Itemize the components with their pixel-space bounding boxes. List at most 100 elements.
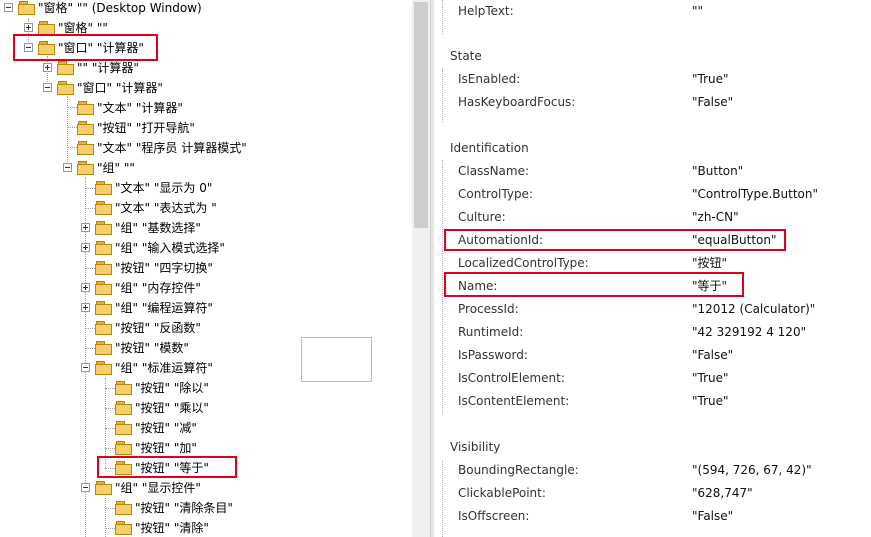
- tree-node-label: "文本" "表达式为 ": [115, 201, 217, 215]
- section-identification: Identification: [450, 141, 529, 155]
- folder-icon: [95, 241, 112, 255]
- highlight-name-row: [444, 272, 744, 297]
- prop-isoffscreen-name: IsOffscreen:: [458, 509, 530, 523]
- prop-helptext-value: "": [692, 4, 704, 18]
- folder-icon: [38, 21, 55, 35]
- expand-icon[interactable]: [43, 63, 52, 72]
- prop-classname-name: ClassName:: [458, 164, 530, 178]
- expand-icon[interactable]: [81, 303, 90, 312]
- folder-icon: [95, 281, 112, 295]
- prop-isoffscreen-value: "False": [692, 509, 734, 523]
- prop-ispassword-name: IsPassword:: [458, 348, 528, 362]
- expand-icon[interactable]: [81, 223, 90, 232]
- folder-icon: [57, 81, 74, 95]
- prop-clickablepoint-name: ClickablePoint:: [458, 486, 546, 500]
- prop-processid-name: ProcessId:: [458, 302, 519, 316]
- folder-icon: [95, 321, 112, 335]
- tree-node-label: "按钮" "清除条目": [135, 501, 233, 515]
- folder-icon: [95, 201, 112, 215]
- collapse-icon[interactable]: [63, 163, 72, 172]
- folder-icon: [18, 1, 35, 15]
- tree-node-label: "组" "标准运算符": [115, 361, 213, 375]
- tree-node-label: "文本" "显示为 0": [115, 181, 213, 195]
- tree-node-label: "文本" "程序员 计算器模式": [97, 141, 247, 155]
- tree-node-label: "按钮" "打开导航": [97, 121, 195, 135]
- prop-controltype-name: ControlType:: [458, 187, 533, 201]
- folder-icon: [115, 521, 132, 535]
- folder-icon: [95, 481, 112, 495]
- prop-haskeyboardfocus-name: HasKeyboardFocus:: [458, 95, 576, 109]
- tree-node-label: "组" "编程运算符": [115, 301, 213, 315]
- collapse-icon[interactable]: [81, 483, 90, 492]
- folder-icon: [115, 501, 132, 515]
- tree-node-label: "组" "": [97, 161, 135, 175]
- expand-icon[interactable]: [81, 243, 90, 252]
- tree-node-label: "窗口" "计算器": [77, 81, 163, 95]
- highlight-window-calculator: [13, 34, 158, 61]
- prop-haskeyboardfocus-value: "False": [692, 95, 734, 109]
- folder-icon: [95, 261, 112, 275]
- prop-classname-value: "Button": [692, 164, 744, 178]
- highlight-automationid-row: [444, 229, 786, 251]
- tree-node-label: "组" "显示控件": [115, 481, 201, 495]
- folder-icon: [95, 301, 112, 315]
- expand-icon[interactable]: [24, 23, 33, 32]
- properties-pane: HelpText: "" State IsEnabled: "True" Has…: [434, 0, 871, 537]
- section-state: State: [450, 49, 482, 63]
- expand-icon[interactable]: [81, 283, 90, 292]
- tree-node-label: "按钮" "反函数": [115, 321, 201, 335]
- scrollbar-thumb[interactable]: [414, 2, 428, 228]
- prop-runtimeid-name: RuntimeId:: [458, 325, 524, 339]
- folder-icon: [77, 141, 94, 155]
- folder-icon: [57, 61, 74, 75]
- prop-localizedcontroltype-value: "按钮": [692, 256, 728, 270]
- tree-node-label: "按钮" "乘以": [135, 401, 209, 415]
- folder-icon: [115, 441, 132, 455]
- tree-node-label: "组" "基数选择": [115, 221, 201, 235]
- tree-node-label: "组" "输入模式选择": [115, 241, 225, 255]
- folder-icon: [115, 401, 132, 415]
- collapse-icon[interactable]: [43, 83, 52, 92]
- folder-icon: [77, 101, 94, 115]
- prop-iscontrolelement-value: "True": [692, 371, 729, 385]
- prop-isenabled-name: IsEnabled:: [458, 72, 521, 86]
- folder-icon: [77, 161, 94, 175]
- folder-icon: [115, 421, 132, 435]
- tree-scrollbar[interactable]: [412, 0, 430, 537]
- collapse-icon[interactable]: [4, 3, 13, 12]
- tree-node-label: "按钮" "清除": [135, 521, 209, 535]
- tree-node-label: "按钮" "四字切换": [115, 261, 213, 275]
- prop-iscontentelement-name: IsContentElement:: [458, 394, 570, 408]
- prop-isenabled-value: "True": [692, 72, 729, 86]
- prop-runtimeid-value: "42 329192 4 120": [692, 325, 807, 339]
- tree-node-label: "按钮" "减": [135, 421, 197, 435]
- highlight-bounding-preview: [301, 337, 372, 382]
- prop-boundingrectangle-name: BoundingRectangle:: [458, 463, 579, 477]
- tree-node-label: "按钮" "加": [135, 441, 197, 455]
- prop-controltype-value: "ControlType.Button": [692, 187, 818, 201]
- collapse-icon[interactable]: [81, 363, 90, 372]
- highlight-equals-button: [97, 456, 237, 478]
- tree-node-label: "按钮" "模数": [115, 341, 189, 355]
- folder-icon: [95, 361, 112, 375]
- folder-icon: [95, 341, 112, 355]
- tree-node-label: "" "计算器": [77, 61, 139, 75]
- tree-node-label: "按钮" "除以": [135, 381, 209, 395]
- element-tree-pane[interactable]: "窗格" "" (Desktop Window) "窗格" "" "窗口" "计…: [0, 0, 412, 537]
- tree-node-label: "文本" "计算器": [97, 101, 183, 115]
- prop-culture-value: "zh-CN": [692, 210, 739, 224]
- prop-boundingrectangle-value: "(594, 726, 67, 42)": [692, 463, 812, 477]
- prop-culture-name: Culture:: [458, 210, 506, 224]
- prop-clickablepoint-value: "628,747": [692, 486, 753, 500]
- folder-icon: [77, 121, 94, 135]
- folder-icon: [95, 181, 112, 195]
- folder-icon: [115, 381, 132, 395]
- section-visibility: Visibility: [450, 440, 501, 454]
- prop-ispassword-value: "False": [692, 348, 734, 362]
- tree-node-label: "窗格" "" (Desktop Window): [38, 1, 202, 15]
- prop-helptext-name: HelpText:: [458, 4, 514, 18]
- prop-iscontrolelement-name: IsControlElement:: [458, 371, 565, 385]
- prop-iscontentelement-value: "True": [692, 394, 729, 408]
- prop-localizedcontroltype-name: LocalizedControlType:: [458, 256, 589, 270]
- prop-processid-value: "12012 (Calculator)": [692, 302, 816, 316]
